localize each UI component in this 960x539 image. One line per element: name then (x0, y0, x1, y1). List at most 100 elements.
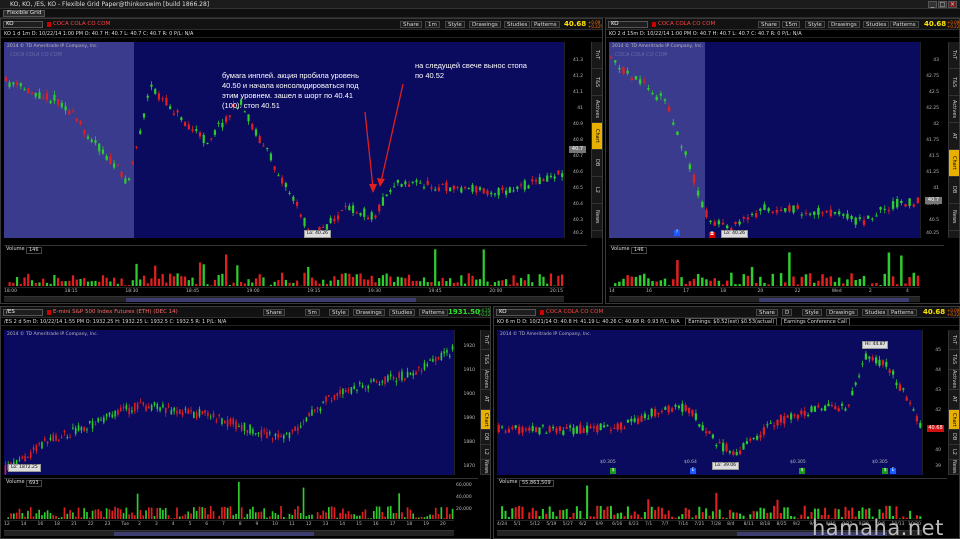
style-button[interactable]: Style (805, 21, 825, 28)
candle (274, 434, 277, 436)
tab-db[interactable]: DB (481, 430, 490, 445)
interval-button[interactable]: 1m (425, 21, 440, 28)
tab-l2[interactable]: L2 (481, 445, 490, 460)
price-plot[interactable]: 2014 © TD Ameritrade IP Company, Inc. Lo… (497, 330, 922, 475)
volume-bar (738, 284, 741, 286)
horizontal-scrollbar[interactable] (609, 296, 920, 302)
tab-tnt[interactable]: TnT (949, 330, 959, 350)
volume-bar (565, 508, 568, 519)
tab-news[interactable]: News (592, 204, 602, 231)
tab-db[interactable]: DB (592, 150, 602, 177)
share-button[interactable]: Share (758, 21, 780, 28)
tab-news[interactable]: News (949, 204, 959, 231)
tab-chart[interactable]: Chart (949, 410, 959, 430)
candle (842, 214, 845, 216)
candle (750, 214, 754, 216)
tab-ts[interactable]: T&S (481, 350, 490, 370)
volume-bar (161, 273, 164, 286)
patterns-button[interactable]: Patterns (888, 309, 917, 316)
studies-button[interactable]: Studies (389, 309, 416, 316)
share-button[interactable]: Share (263, 309, 285, 316)
volume-pane: Volume 693 60,000 40,000 20,000 (4, 478, 478, 520)
volume-bar (350, 514, 353, 519)
tab-tnt[interactable]: TnT (592, 42, 602, 69)
price-plot[interactable]: 2014 © TD Ameritrade IP Company, Inc. CO… (609, 42, 920, 238)
time-tick: 19:45 (428, 289, 442, 294)
time-tick: 17 (389, 522, 396, 527)
candle (630, 418, 633, 422)
scroll-thumb[interactable] (759, 298, 909, 302)
drawings-button[interactable]: Drawings (828, 21, 860, 28)
close-icon[interactable]: × (948, 1, 957, 8)
event-marker-icon[interactable]: ◘ (709, 232, 715, 238)
style-button[interactable]: Style (802, 309, 822, 316)
minimize-icon[interactable]: _ (928, 1, 937, 8)
tab-actives[interactable]: Actives (949, 370, 959, 390)
patterns-button[interactable]: Patterns (419, 309, 448, 316)
tab-ts[interactable]: T&S (949, 69, 959, 96)
price-plot[interactable]: 2014 © TD Ameritrade IP Company, Inc. Lo… (4, 330, 454, 475)
site-watermark: hamaha.net (812, 516, 944, 539)
tab-chart[interactable]: Chart (481, 410, 490, 430)
flexible-grid-button[interactable]: Flexible Grid (3, 10, 46, 17)
drawings-button[interactable]: Drawings (353, 309, 385, 316)
earnings-marker-icon[interactable]: E (690, 468, 696, 474)
dividend-marker-icon[interactable]: $ (610, 468, 616, 474)
tab-actives[interactable]: Actives (592, 96, 602, 123)
symbol-input[interactable]: KO (3, 21, 43, 28)
tab-news[interactable]: News (481, 460, 490, 475)
tab-tnt[interactable]: TnT (949, 42, 959, 69)
volume-bar (620, 512, 623, 519)
dividend-marker-icon[interactable]: $ (882, 468, 888, 474)
drawings-button[interactable]: Drawings (826, 309, 858, 316)
studies-button[interactable]: Studies (862, 309, 889, 316)
tab-tnt[interactable]: TnT (481, 330, 490, 350)
symbol-input[interactable]: KO (608, 21, 648, 28)
event-marker-icon[interactable]: ? (674, 230, 680, 236)
tab-at[interactable]: AT (481, 390, 490, 410)
studies-button[interactable]: Studies (863, 21, 890, 28)
interval-button[interactable]: 5m (305, 309, 320, 316)
maximize-icon[interactable]: □ (938, 1, 947, 8)
horizontal-scrollbar[interactable] (4, 530, 454, 536)
patterns-button[interactable]: Patterns (531, 21, 560, 28)
candle (739, 450, 742, 455)
patterns-button[interactable]: Patterns (890, 21, 919, 28)
tab-l2[interactable]: L2 (949, 445, 959, 460)
interval-button[interactable]: 15m (782, 21, 801, 28)
dividend-marker-icon[interactable]: $ (799, 468, 805, 474)
candle (19, 83, 22, 87)
horizontal-scrollbar[interactable] (4, 296, 564, 302)
tab-ts[interactable]: T&S (949, 350, 959, 370)
volume-bar (207, 514, 209, 519)
symbol-input[interactable]: /ES (3, 309, 43, 316)
tab-db[interactable]: DB (949, 177, 959, 204)
candle (105, 155, 108, 160)
volume-bar (35, 513, 38, 519)
earnings-marker-icon[interactable]: E (890, 468, 896, 474)
tab-at[interactable]: AT (949, 390, 959, 410)
scroll-thumb[interactable] (126, 298, 416, 302)
style-button[interactable]: Style (329, 309, 349, 316)
tab-actives[interactable]: Actives (481, 370, 490, 390)
tab-chart[interactable]: Chart (949, 150, 959, 177)
tab-db[interactable]: DB (949, 430, 959, 445)
scroll-thumb[interactable] (114, 532, 314, 536)
candle (45, 93, 49, 100)
tab-l2[interactable]: L2 (592, 177, 602, 204)
tab-news[interactable]: News (949, 460, 959, 475)
volume-bar (674, 517, 677, 519)
symbol-input[interactable]: KO (496, 309, 536, 316)
share-button[interactable]: Share (756, 309, 778, 316)
style-button[interactable]: Style (445, 21, 465, 28)
volume-bar (586, 485, 589, 519)
drawings-button[interactable]: Drawings (469, 21, 501, 28)
tab-actives[interactable]: Actives (949, 96, 959, 123)
candle (127, 178, 131, 181)
tab-ts[interactable]: T&S (592, 69, 602, 96)
studies-button[interactable]: Studies (504, 21, 531, 28)
tab-at[interactable]: AT (949, 123, 959, 150)
interval-button[interactable]: D (782, 309, 793, 316)
tab-chart[interactable]: Chart (592, 123, 602, 150)
share-button[interactable]: Share (400, 21, 422, 28)
